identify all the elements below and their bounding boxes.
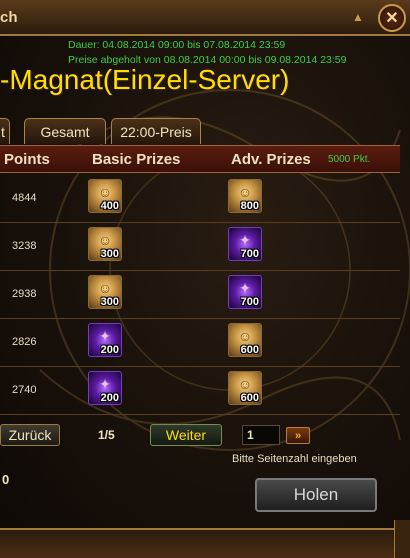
event-duration: Dauer: 04.08.2014 09:00 bis 07.08.2014 2… <box>68 39 286 51</box>
orb-icon: ✦ <box>239 232 251 248</box>
prize-quantity: 400 <box>100 200 119 212</box>
header-adv-prizes: Adv. Prizes <box>231 151 311 168</box>
scroll-icon: ☺ <box>237 328 253 344</box>
title-bar: ch ▲ ✕ <box>0 0 410 36</box>
tab-previous[interactable]: t <box>0 118 10 144</box>
close-icon: ✕ <box>385 10 399 27</box>
prize-quantity: 300 <box>100 296 119 308</box>
row-points: 2938 <box>12 288 37 300</box>
prize-quantity: 200 <box>100 344 119 356</box>
page-input-hint: Bitte Seitenzahl eingeben <box>232 453 357 465</box>
prize-quantity: 600 <box>240 344 259 356</box>
header-basic-prizes: Basic Prizes <box>92 151 181 168</box>
page-number-input[interactable] <box>242 425 280 445</box>
adv-prize-scroll[interactable]: ☺ 600 <box>228 371 262 405</box>
close-button[interactable]: ✕ <box>378 4 406 32</box>
prize-quantity: 600 <box>240 392 259 404</box>
row-points: 2826 <box>12 336 37 348</box>
basic-prize-orb[interactable]: ✦ 200 <box>88 371 122 405</box>
table-row: 2938 ☺ 300 ✦ 700 <box>0 271 400 319</box>
adv-prize-orb[interactable]: ✦ 700 <box>228 227 262 261</box>
orb-icon: ✦ <box>239 280 251 296</box>
back-button[interactable]: Zurück <box>0 424 60 446</box>
corner-ornament <box>394 520 410 558</box>
scroll-indicator-icon: ▲ <box>352 10 364 24</box>
adv-prize-orb[interactable]: ✦ 700 <box>228 275 262 309</box>
adv-prize-scroll[interactable]: ☺ 600 <box>228 323 262 357</box>
row-points: 3238 <box>12 240 37 252</box>
tab-gesamt[interactable]: Gesamt <box>24 118 106 144</box>
basic-prize-scroll[interactable]: ☺ 300 <box>88 227 122 261</box>
table-row: 4844 ☺ 400 ☺ 800 <box>0 175 400 223</box>
basic-prize-orb[interactable]: ✦ 200 <box>88 323 122 357</box>
table-row: 3238 ☺ 300 ✦ 700 <box>0 223 400 271</box>
row-points: 2740 <box>12 384 37 396</box>
table-row: 2826 ✦ 200 ☺ 600 <box>0 319 400 367</box>
table-header: Points Basic Prizes Adv. Prizes 5000 Pkt… <box>0 145 400 173</box>
prize-quantity: 700 <box>240 248 259 260</box>
basic-prize-scroll[interactable]: ☺ 300 <box>88 275 122 309</box>
event-window: ch ▲ ✕ Dauer: 04.08.2014 09:00 bis 07.08… <box>0 0 410 558</box>
next-button[interactable]: Weiter <box>150 424 222 446</box>
orb-icon: ✦ <box>99 328 111 344</box>
prize-quantity: 300 <box>100 248 119 260</box>
tab-2200-preis[interactable]: 22:00-Preis <box>111 118 201 144</box>
scroll-icon: ☺ <box>97 232 113 248</box>
basic-prize-scroll[interactable]: ☺ 400 <box>88 179 122 213</box>
table-row: 2740 ✦ 200 ☺ 600 <box>0 367 400 415</box>
go-page-button[interactable]: » <box>286 427 310 444</box>
adv-prize-scroll[interactable]: ☺ 800 <box>228 179 262 213</box>
row-points: 4844 <box>12 192 37 204</box>
scroll-icon: ☺ <box>97 280 113 296</box>
scroll-icon: ☺ <box>237 376 253 392</box>
prize-quantity: 800 <box>240 200 259 212</box>
orb-icon: ✦ <box>99 376 111 392</box>
my-points: 0 <box>2 472 10 487</box>
prize-quantity: 700 <box>240 296 259 308</box>
header-points: Points <box>4 151 50 168</box>
page-indicator: 1/5 <box>98 428 115 442</box>
adv-threshold: 5000 Pkt. <box>328 154 371 165</box>
scroll-icon: ☺ <box>97 184 113 200</box>
bottom-border <box>0 528 410 558</box>
claim-button[interactable]: Holen <box>255 478 377 512</box>
window-title: ch <box>0 9 18 26</box>
event-title: -Magnat(Einzel-Server) <box>0 64 290 95</box>
prize-quantity: 200 <box>100 392 119 404</box>
scroll-icon: ☺ <box>237 184 253 200</box>
